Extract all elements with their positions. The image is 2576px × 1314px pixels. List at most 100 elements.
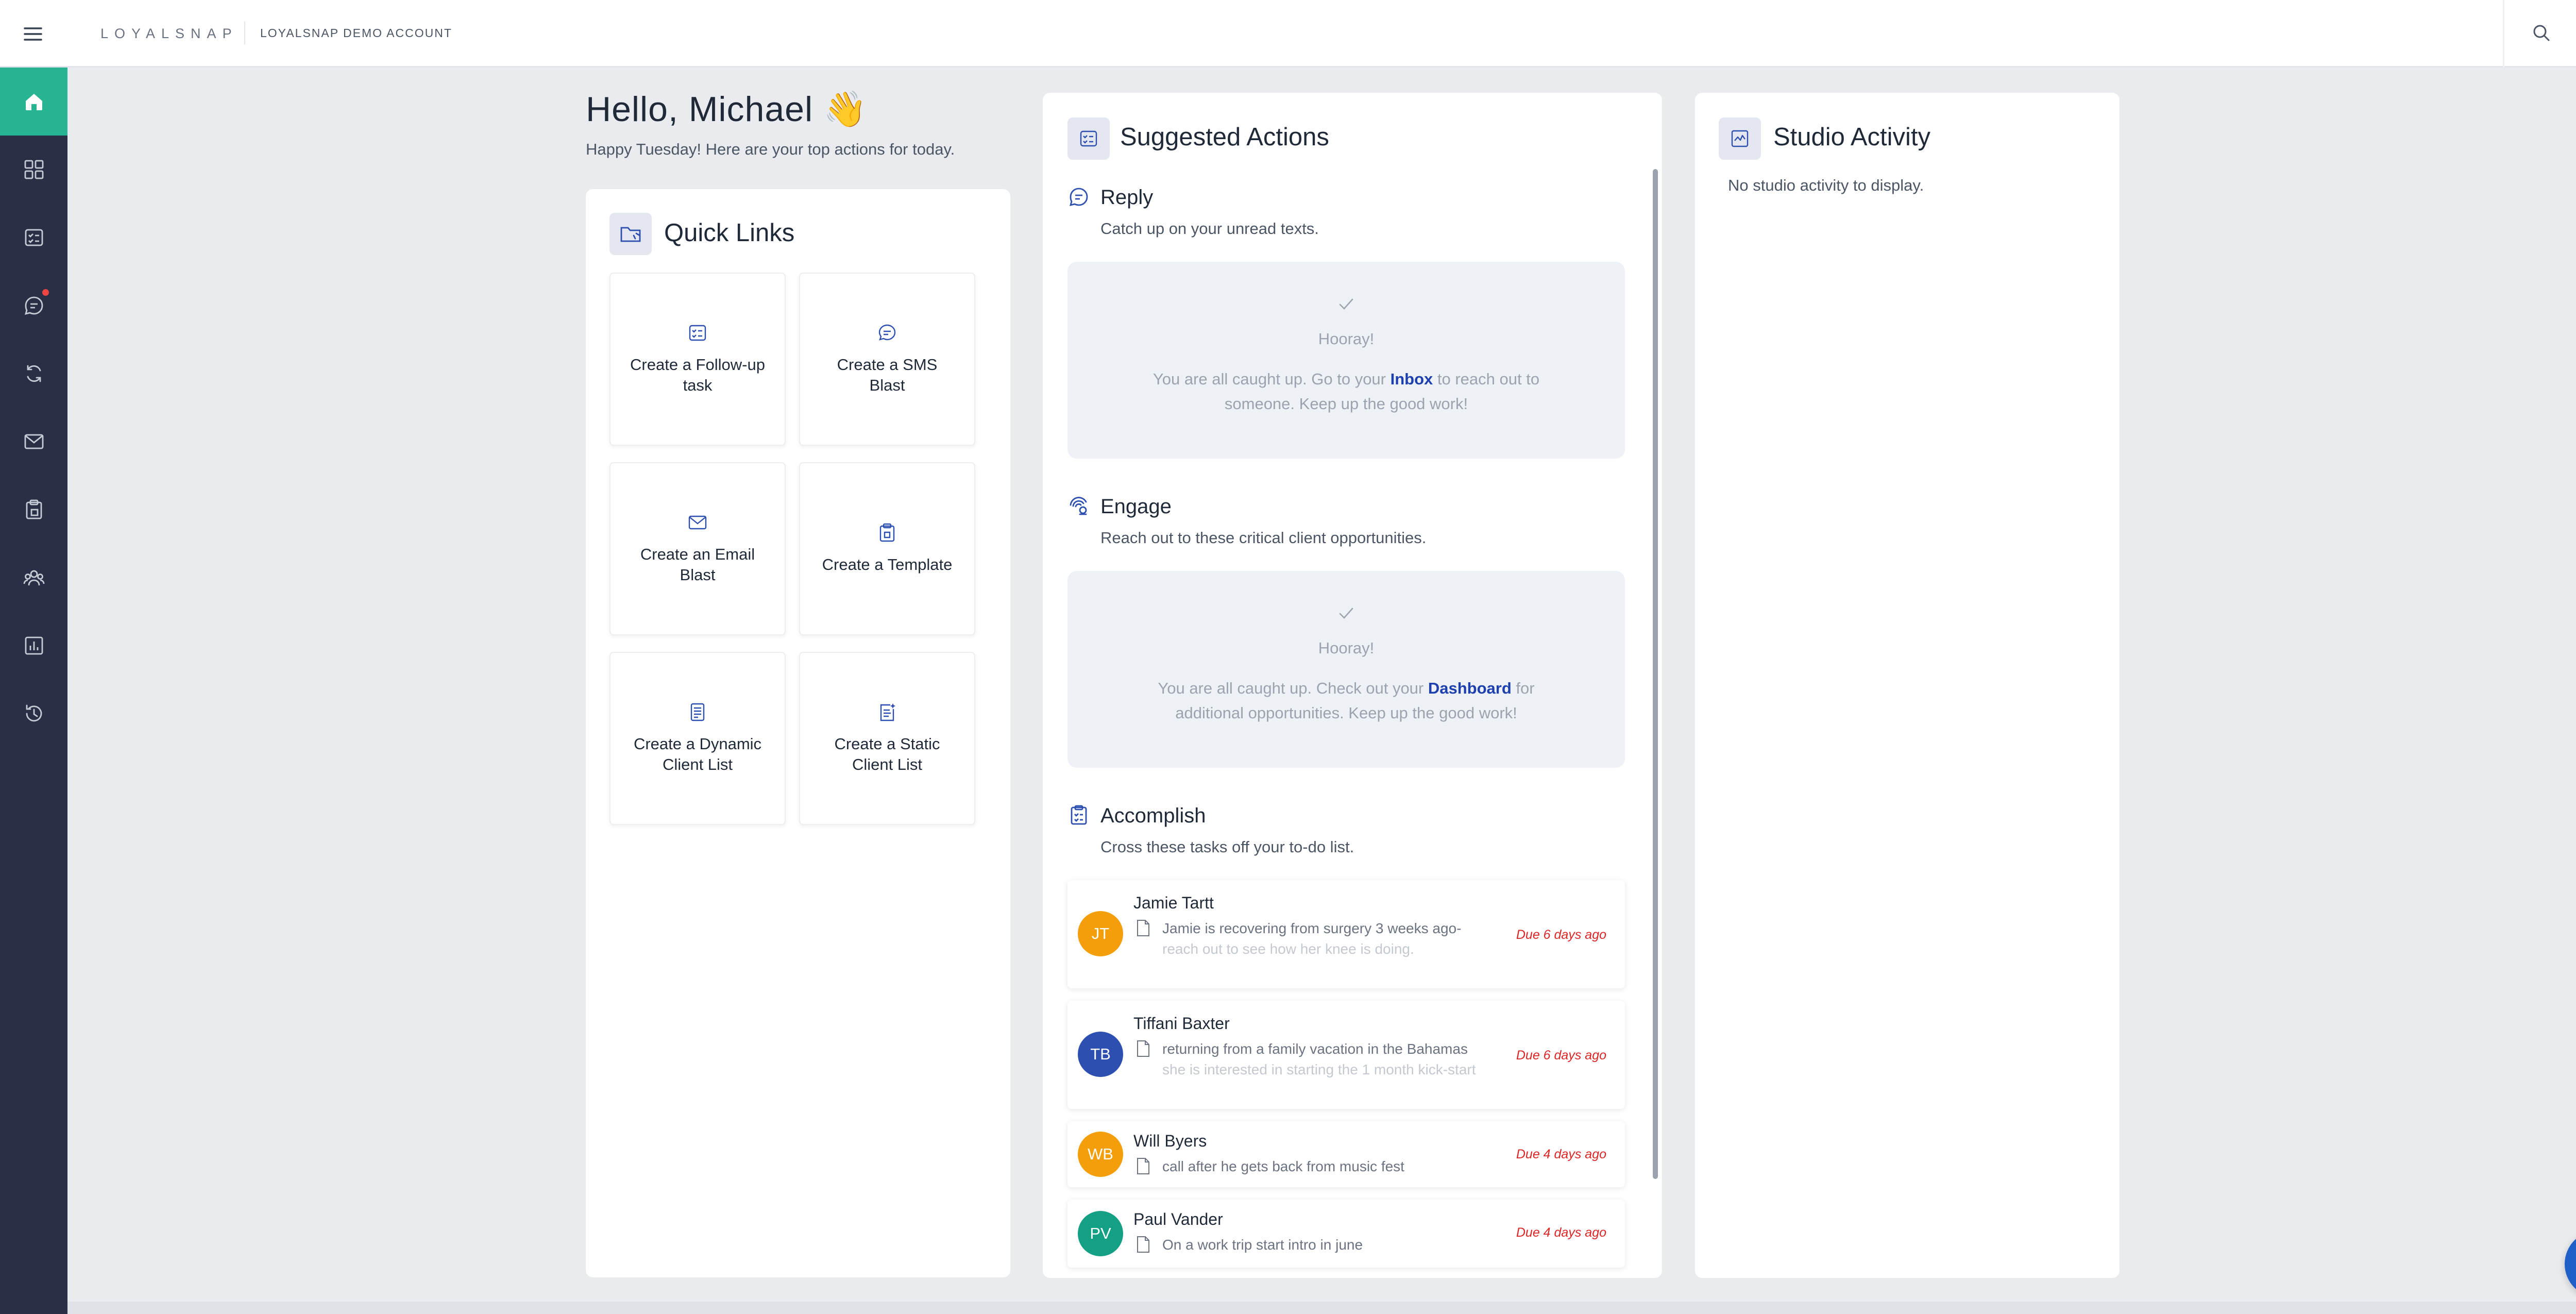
sidebar-item-dashboard[interactable]	[0, 136, 67, 204]
footer-strip	[67, 1302, 2576, 1314]
due-date: Due 4 days ago	[1516, 1225, 1606, 1240]
sidebar-item-clients[interactable]	[0, 544, 67, 612]
page-title: Hello, Michael 👋	[586, 90, 868, 129]
task-note-continued: reach out to see how her knee is doing.	[1162, 941, 1414, 957]
accomplish-subtitle: Cross these tasks off your to-do list.	[1100, 838, 1354, 856]
quick-link-label: Create a SMS Blast	[837, 356, 938, 394]
dashboard-link[interactable]: Dashboard	[1428, 679, 1512, 697]
task-note: returning from a family vacation in the …	[1162, 1041, 1468, 1057]
caught-up-message: You are all caught up. Check out your Da…	[1158, 679, 1535, 722]
mail-icon	[24, 434, 43, 449]
check-icon	[1339, 608, 1353, 619]
app-logo[interactable]: LOYALSNAP	[100, 26, 238, 42]
mail-icon	[688, 515, 707, 530]
folder-icon	[609, 213, 652, 255]
divider	[244, 22, 245, 44]
quick-link-template[interactable]: Create a Template	[799, 462, 975, 635]
quick-link-label: Create a Dynamic Client List	[633, 735, 762, 773]
note-icon	[1137, 1040, 1149, 1057]
inbox-link[interactable]: Inbox	[1391, 370, 1433, 388]
engage-title: Engage	[1100, 495, 1172, 518]
note-icon	[1137, 1236, 1149, 1253]
client-name: Will Byers	[1133, 1132, 1207, 1150]
sidebar-item-templates[interactable]	[0, 476, 67, 544]
quick-link-follow-up-task[interactable]: Create a Follow-up task	[609, 273, 786, 446]
client-avatar: WB	[1078, 1132, 1123, 1177]
history-icon	[26, 704, 42, 722]
chat-icon	[1069, 188, 1088, 206]
chat-icon	[24, 296, 43, 315]
chat-icon	[878, 324, 896, 341]
page-subtitle: Happy Tuesday! Here are your top actions…	[586, 140, 955, 158]
sidebar-item-automations[interactable]	[0, 340, 67, 408]
sidebar-item-messages[interactable]	[0, 272, 67, 340]
quick-link-label: Create a Template	[822, 555, 953, 574]
grid-icon	[24, 160, 43, 179]
accomplish-title: Accomplish	[1100, 804, 1206, 827]
quick-link-dynamic-client-list[interactable]: Create a Dynamic Client List	[609, 652, 786, 825]
quick-link-label: Create a Static Client List	[834, 735, 940, 773]
top-bar: LOYALSNAP LOYALSNAP DEMO ACCOUNT MM	[0, 0, 2576, 68]
sidebar-item-tasks[interactable]	[0, 204, 67, 272]
engage-subtitle: Reach out to these critical client oppor…	[1100, 529, 1427, 547]
due-date: Due 6 days ago	[1516, 928, 1606, 942]
note-icon	[1137, 1158, 1149, 1174]
task-note: call after he gets back from music fest	[1162, 1158, 1404, 1174]
studio-activity-card: Studio Activity	[1695, 93, 2120, 1278]
sidebar-item-home[interactable]	[0, 68, 67, 136]
checklist-icon	[1071, 805, 1087, 825]
due-date: Due 4 days ago	[1516, 1147, 1606, 1161]
client-name: Paul Vander	[1133, 1210, 1223, 1228]
sync-icon	[27, 365, 41, 382]
divider	[2503, 0, 2504, 68]
radar-icon	[1070, 497, 1087, 515]
reply-subtitle: Catch up on your unread texts.	[1100, 220, 1319, 238]
activity-icon	[1719, 117, 1761, 160]
clipboard-icon	[26, 499, 42, 519]
reply-empty-state: Hooray! You are all caught up. Go to you…	[1067, 262, 1625, 459]
users-icon	[23, 570, 44, 586]
quick-link-sms-blast[interactable]: Create a SMS Blast	[799, 273, 975, 446]
engage-empty-state: Hooray! You are all caught up. Check out…	[1067, 571, 1625, 768]
sidebar	[0, 68, 67, 1314]
note-icon	[1137, 920, 1149, 936]
document-star-icon	[880, 703, 895, 721]
task-note: On a work trip start intro in june	[1162, 1237, 1363, 1253]
quick-links-title: Quick Links	[664, 219, 795, 247]
quick-link-static-client-list[interactable]: Create a Static Client List	[799, 652, 975, 825]
clipboard-icon	[879, 523, 895, 542]
reply-title: Reply	[1100, 186, 1154, 209]
due-date: Due 6 days ago	[1516, 1048, 1606, 1063]
task-note: Jamie is recovering from surgery 3 weeks…	[1162, 920, 1462, 936]
scrollbar[interactable]	[1653, 169, 1658, 1179]
studio-empty-message: No studio activity to display.	[1728, 176, 1924, 194]
quick-link-label: Create an Email Blast	[640, 545, 755, 584]
sidebar-item-history[interactable]	[0, 680, 67, 748]
task-item[interactable]: PV Paul Vander On a work trip start intr…	[1067, 1200, 1625, 1268]
task-note-continued: she is interested in starting the 1 mont…	[1162, 1062, 1476, 1077]
bar-chart-icon	[25, 636, 43, 655]
search-icon[interactable]	[2530, 22, 2553, 44]
sidebar-item-reports[interactable]	[0, 612, 67, 680]
menu-icon[interactable]	[23, 24, 43, 44]
client-avatar: JT	[1078, 911, 1123, 956]
task-icon	[25, 229, 43, 246]
document-icon	[690, 703, 705, 721]
caught-up-message: You are all caught up. Go to your Inbox …	[1153, 370, 1540, 413]
quick-link-label: Create a Follow-up task	[630, 356, 765, 394]
task-icon	[1067, 117, 1110, 160]
chat-widget-button[interactable]	[2565, 1231, 2576, 1298]
quick-link-email-blast[interactable]: Create an Email Blast	[609, 462, 786, 635]
sidebar-item-email[interactable]	[0, 408, 67, 476]
home-icon	[25, 94, 42, 110]
client-name: Tiffani Baxter	[1133, 1014, 1230, 1033]
task-item[interactable]: WB Will Byers call after he gets back fr…	[1067, 1121, 1625, 1187]
suggested-actions-card: Suggested Actions Reply Catch up on your…	[1043, 93, 1662, 1278]
check-icon	[1339, 298, 1353, 310]
hooray-text: Hooray!	[1318, 330, 1375, 348]
studio-activity-title: Studio Activity	[1773, 123, 1931, 151]
task-item[interactable]: JT Jamie Tartt Jamie is recovering from …	[1067, 880, 1625, 988]
task-item[interactable]: TB Tiffani Baxter returning from a famil…	[1067, 1001, 1625, 1109]
client-avatar: PV	[1078, 1211, 1123, 1256]
account-name[interactable]: LOYALSNAP DEMO ACCOUNT	[260, 26, 452, 40]
